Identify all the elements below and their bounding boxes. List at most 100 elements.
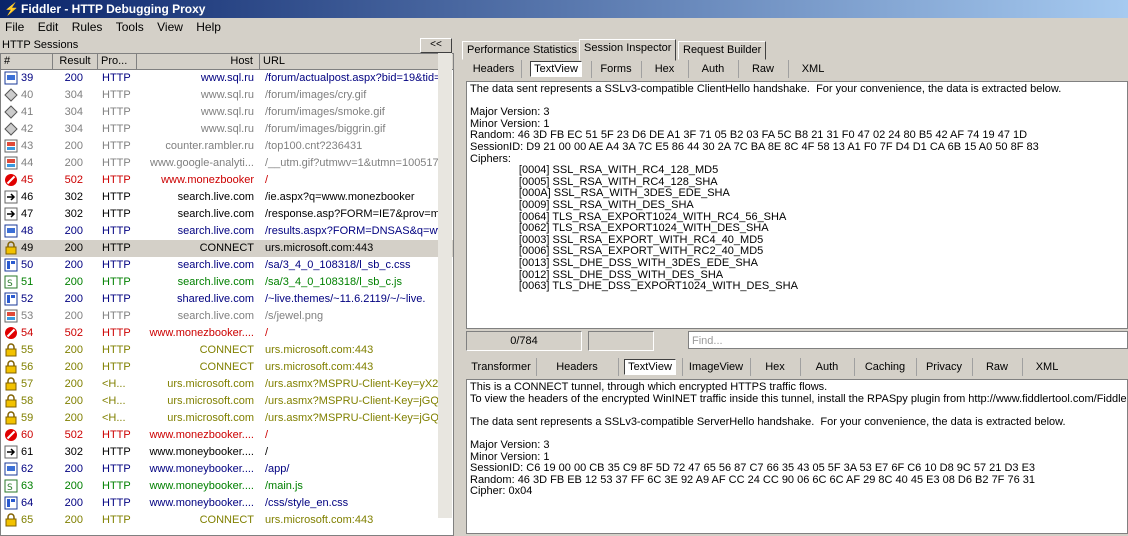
column-header-protocol[interactable]: Pro...: [98, 54, 137, 69]
session-result: 200: [64, 259, 83, 271]
find-input[interactable]: Find...: [688, 331, 1128, 349]
session-protocol: HTTP: [102, 344, 131, 356]
session-row[interactable]: 53 200 HTTP search.live.com/s/jewel.png: [1, 308, 453, 325]
session-host: www.moneybooker....: [149, 480, 254, 492]
session-row[interactable]: 52 200 HTTP shared.live.com /~live.themes/~1…: [1, 291, 453, 308]
lock-icon: [4, 241, 18, 255]
collapse-button[interactable]: <<: [420, 38, 452, 53]
sessions-rows: 39 200 HTTP www.sql.ru/forum/actualpost.asp…: [1, 70, 453, 529]
image-icon: [4, 139, 18, 153]
session-row[interactable]: 60 502 HTTP www.monezbooker.... /: [1, 427, 453, 444]
sessions-scrollbar[interactable]: [438, 53, 452, 518]
svg-text:S: S: [7, 279, 13, 289]
session-row[interactable]: 55 200 HTTP CONNECT urs.microsoft.com:443: [1, 342, 453, 359]
session-row[interactable]: 42 304 HTTP www.sql.ru/forum/images/biggrin…: [1, 121, 453, 138]
session-number: 58: [21, 395, 34, 407]
response-tab-hex[interactable]: Hex: [750, 358, 801, 376]
session-row[interactable]: 64 200 HTTP www.moneybooker.... /css/style_e…: [1, 495, 453, 512]
session-row[interactable]: 47 302 HTTP search.live.com/response.asp?FO…: [1, 206, 453, 223]
response-tab-caching[interactable]: Caching: [854, 358, 917, 376]
request-tab-forms[interactable]: Forms: [591, 60, 642, 78]
session-row[interactable]: S 51 200 HTTP search.live.com/sa/3_4_0_10831…: [1, 274, 453, 291]
session-row[interactable]: 58 200 <H... urs.microsoft.com/urs.asmx?MSP…: [1, 393, 453, 410]
session-row[interactable]: 62 200 HTTP www.moneybooker.... /app/: [1, 461, 453, 478]
response-tab-imageview[interactable]: ImageView: [682, 358, 751, 376]
tab-performance-statistics[interactable]: Performance Statistics: [462, 41, 583, 60]
session-protocol: HTTP: [102, 225, 131, 237]
response-tab-xml[interactable]: XML: [1022, 358, 1072, 376]
menu-help[interactable]: Help: [191, 18, 226, 37]
session-row[interactable]: 56 200 HTTP CONNECT urs.microsoft.com:443: [1, 359, 453, 376]
session-row[interactable]: 45 502 HTTP www.monezbooker /: [1, 172, 453, 189]
session-url: /sa/3_4_0_108318/l_sb_c.css: [265, 259, 411, 271]
session-row[interactable]: 49 200 HTTP CONNECT urs.microsoft.com:443: [1, 240, 453, 257]
request-statusbar: 0/784 Find...: [460, 330, 1128, 351]
request-tab-textview[interactable]: TextView: [521, 60, 592, 78]
response-tab-headers[interactable]: Headers: [536, 358, 619, 376]
response-tab-transformer[interactable]: Transformer: [466, 358, 537, 376]
tab-session-inspector[interactable]: Session Inspector: [579, 39, 677, 61]
session-number: 59: [21, 412, 34, 424]
redirect-icon: [4, 445, 18, 459]
session-number: 40: [21, 89, 34, 101]
session-row[interactable]: 57 200 <H... urs.microsoft.com/urs.asmx?MSP…: [1, 376, 453, 393]
session-row[interactable]: 39 200 HTTP www.sql.ru/forum/actualpost.asp…: [1, 70, 453, 87]
menu-file[interactable]: File: [0, 18, 29, 37]
request-tab-auth[interactable]: Auth: [688, 60, 739, 78]
session-protocol: HTTP: [102, 123, 131, 135]
response-tab-raw[interactable]: Raw: [972, 358, 1023, 376]
session-result: 200: [64, 378, 83, 390]
lock-icon: [4, 360, 18, 374]
request-tab-headers[interactable]: Headers: [466, 60, 522, 78]
session-row[interactable]: 65 200 HTTP CONNECT urs.microsoft.com:443: [1, 512, 453, 529]
session-row[interactable]: 54 502 HTTP www.monezbooker.... /: [1, 325, 453, 342]
session-protocol: <H...: [102, 395, 126, 407]
menu-view[interactable]: View: [152, 18, 188, 37]
session-row[interactable]: 43 200 HTTP counter.rambler.ru/top100.cnt?2…: [1, 138, 453, 155]
session-url: /ie.aspx?q=www.monezbooker: [265, 191, 415, 203]
session-row[interactable]: 44 200 HTTP www.google-analyti... /__utm.gif…: [1, 155, 453, 172]
menu-tools[interactable]: Tools: [111, 18, 149, 37]
session-row[interactable]: 50 200 HTTP search.live.com/sa/3_4_0_108318…: [1, 257, 453, 274]
response-tab-auth[interactable]: Auth: [800, 358, 855, 376]
session-row[interactable]: S 63 200 HTTP www.moneybooker.... /main.js: [1, 478, 453, 495]
session-result: 200: [64, 412, 83, 424]
session-row[interactable]: 59 200 <H... urs.microsoft.com/urs.asmx?MSP…: [1, 410, 453, 427]
session-url: /forum/images/biggrin.gif: [265, 123, 386, 135]
session-host: urs.microsoft.com: [167, 378, 254, 390]
response-tab-privacy[interactable]: Privacy: [916, 358, 973, 376]
session-row[interactable]: 48 200 HTTP search.live.com/results.aspx?FO…: [1, 223, 453, 240]
session-row[interactable]: 40 304 HTTP www.sql.ru/forum/images/cry.gif: [1, 87, 453, 104]
session-row[interactable]: 61 302 HTTP www.moneybooker.... /: [1, 444, 453, 461]
sessions-list[interactable]: # Result Pro... Host URL 39 200 HTTP www.sq…: [0, 53, 454, 536]
session-number: 52: [21, 293, 34, 305]
column-header-number[interactable]: #: [1, 54, 53, 69]
column-header-host[interactable]: Host: [137, 54, 260, 69]
request-tab-hex[interactable]: Hex: [641, 60, 689, 78]
session-result: 502: [64, 174, 83, 186]
tab-request-builder[interactable]: Request Builder: [678, 41, 767, 60]
script-icon: S: [4, 479, 18, 493]
column-header-url[interactable]: URL: [260, 54, 440, 69]
session-row[interactable]: 41 304 HTTP www.sql.ru/forum/images/smoke.g…: [1, 104, 453, 121]
request-tab-raw[interactable]: Raw: [738, 60, 789, 78]
request-textview[interactable]: The data sent represents a SSLv3-compati…: [466, 81, 1128, 329]
request-tab-xml[interactable]: XML: [788, 60, 838, 78]
session-row[interactable]: 46 302 HTTP search.live.com/ie.aspx?q=www.m…: [1, 189, 453, 206]
session-url: /main.js: [265, 480, 303, 492]
session-protocol: HTTP: [102, 174, 131, 186]
request-subtabs: Headers TextView Forms Hex Auth Raw XML: [466, 60, 1128, 78]
column-header-result[interactable]: Result: [53, 54, 98, 69]
response-tab-textview[interactable]: TextView: [618, 358, 683, 376]
response-textview[interactable]: This is a CONNECT tunnel, through which …: [466, 379, 1128, 534]
css-icon: [4, 258, 18, 272]
menu-edit[interactable]: Edit: [33, 18, 64, 37]
session-result: 200: [64, 463, 83, 475]
session-number: 46: [21, 191, 34, 203]
session-result: 200: [64, 225, 83, 237]
session-url: /: [265, 446, 269, 458]
horizontal-splitter[interactable]: [460, 353, 1128, 357]
menu-rules[interactable]: Rules: [67, 18, 108, 37]
inspector-pane: Performance Statistics Session Inspector…: [460, 37, 1128, 534]
session-url: /: [265, 429, 269, 441]
